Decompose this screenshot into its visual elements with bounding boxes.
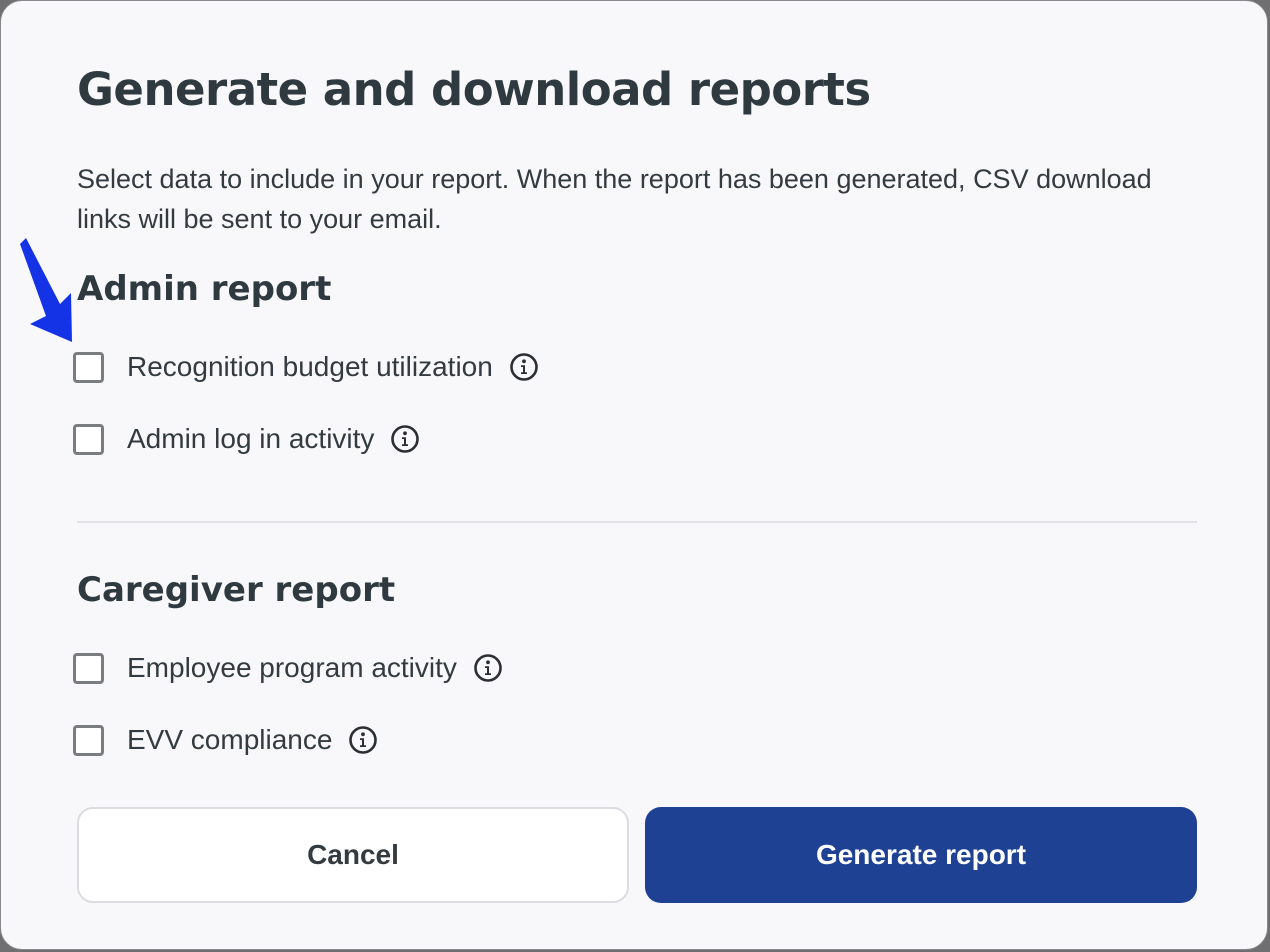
admin-log-in-activity-checkbox[interactable] xyxy=(73,423,104,455)
info-icon[interactable] xyxy=(509,352,539,382)
employee-program-activity-checkbox[interactable] xyxy=(73,652,104,684)
generate-report-button[interactable]: Generate report xyxy=(645,807,1197,903)
option-admin-log-in-activity[interactable]: Admin log in activity xyxy=(73,421,420,457)
admin-report-heading: Admin report xyxy=(77,269,332,309)
option-recognition-budget-utilization[interactable]: Recognition budget utilization xyxy=(73,349,539,385)
option-label: Admin log in activity xyxy=(127,423,375,454)
info-icon[interactable] xyxy=(473,653,503,683)
section-divider xyxy=(77,521,1197,523)
cancel-button[interactable]: Cancel xyxy=(77,807,629,903)
option-employee-program-activity[interactable]: Employee program activity xyxy=(73,650,503,686)
dialog-title: Generate and download reports xyxy=(77,63,871,116)
generate-reports-dialog: Generate and download reports Select dat… xyxy=(0,0,1268,950)
option-label: Recognition budget utilization xyxy=(127,351,493,382)
option-label: EVV compliance xyxy=(127,724,333,755)
info-icon[interactable] xyxy=(348,725,378,755)
info-icon[interactable] xyxy=(390,424,420,454)
recognition-budget-utilization-checkbox[interactable] xyxy=(73,351,104,383)
caregiver-report-heading: Caregiver report xyxy=(77,570,396,610)
option-evv-compliance[interactable]: EVV compliance xyxy=(73,722,378,758)
arrow-down-left-icon xyxy=(20,238,72,342)
dialog-description: Select data to include in your report. W… xyxy=(77,164,1152,234)
evv-compliance-checkbox[interactable] xyxy=(73,724,104,756)
option-label: Employee program activity xyxy=(127,652,457,683)
